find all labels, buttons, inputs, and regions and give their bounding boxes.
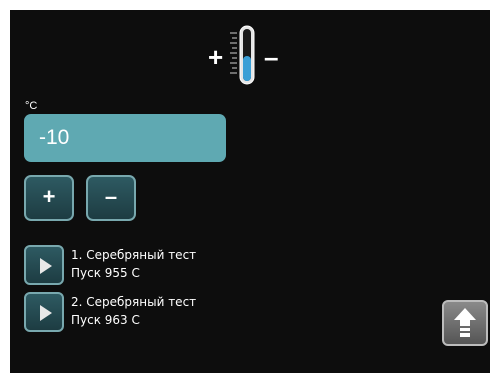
arrow-up-icon	[454, 308, 476, 337]
play-icon	[40, 258, 52, 274]
minus-label: –	[264, 42, 279, 72]
play-icon	[40, 305, 52, 321]
play-test-1-button[interactable]	[24, 245, 64, 285]
thermometer-header: + –	[208, 25, 298, 87]
test-1-subtitle: Пуск 955 C	[71, 266, 140, 280]
test-2-text: 2. Серебряный тест Пуск 963 C	[71, 293, 196, 329]
unit-label: °C	[25, 100, 38, 112]
plus-label: +	[208, 42, 224, 72]
test-2-subtitle: Пуск 963 C	[71, 313, 140, 327]
home-button[interactable]	[442, 300, 488, 346]
decrease-button[interactable]: –	[86, 175, 136, 221]
increase-button[interactable]: +	[24, 175, 74, 221]
play-test-2-button[interactable]	[24, 292, 64, 332]
test-1-text: 1. Серебряный тест Пуск 955 C	[71, 246, 196, 282]
test-1-title: 1. Серебряный тест	[71, 248, 197, 262]
temperature-field[interactable]: -10	[24, 114, 226, 162]
thermometer-icon	[230, 25, 255, 85]
screen: + – °C -10 + – 1. Серебряный тест Пуск 9…	[10, 10, 490, 373]
test-2-title: 2. Серебряный тест	[71, 295, 197, 309]
